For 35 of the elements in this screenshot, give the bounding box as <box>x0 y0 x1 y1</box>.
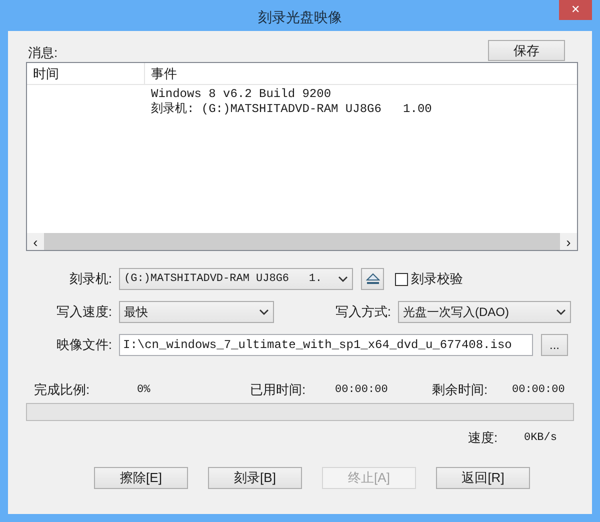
scrollbar-thumb[interactable] <box>44 233 560 250</box>
event-cell-text: 刻录机: (G:)MATSHITADVD-RAM UJ8G6 1.00 <box>150 102 432 117</box>
progress-percent: 0% <box>137 382 152 398</box>
column-header[interactable]: 时间 <box>27 63 145 84</box>
browse-button[interactable]: ... <box>541 334 568 356</box>
action-button[interactable]: 擦除[E] <box>94 467 188 489</box>
save-button[interactable]: 保存 <box>488 40 565 61</box>
field-label: 写入速度: <box>55 303 112 322</box>
close-button[interactable]: ✕ <box>559 0 592 20</box>
dropdown[interactable]: (G:)MATSHITADVD-RAM UJ8G6 1. <box>119 268 353 290</box>
remaining-time-label: 剩余时间: <box>432 381 489 400</box>
messages-label: 消息: <box>27 44 58 62</box>
dropdown[interactable]: 最快 <box>119 301 274 323</box>
dropdown[interactable]: 光盘一次写入(DAO) <box>398 301 571 323</box>
elapsed-time-label: 已用时间: <box>250 381 307 400</box>
verify-label: 刻录校验 <box>411 270 463 288</box>
field-label: 刻录机: <box>68 270 112 288</box>
verify-checkbox[interactable] <box>395 272 408 286</box>
field-label: 映像文件: <box>55 336 112 354</box>
column-header[interactable]: 事件 <box>145 63 577 84</box>
scroll-left-button[interactable]: ‹ <box>27 233 44 250</box>
progress-percent-label: 完成比例: <box>34 381 91 400</box>
speed-label: 速度: <box>468 429 499 448</box>
action-button[interactable]: 刻录[B] <box>208 467 302 489</box>
speed-value: 0KB/s <box>524 430 557 446</box>
remaining-time: 00:00:00 <box>512 382 565 398</box>
scroll-right-button[interactable]: › <box>560 233 577 250</box>
elapsed-time: 00:00:00 <box>335 382 389 398</box>
window-title: 刻录光盘映像 <box>258 8 342 27</box>
event-cell-text: Windows 8 v6.2 Build 9200 <box>150 87 332 102</box>
action-button[interactable]: 返回[R] <box>436 467 530 489</box>
image-file-field[interactable]: I:\cn_windows_7_ultimate_with_sp1_x64_dvd_u_677408.iso <box>119 334 533 356</box>
field-label: 写入方式: <box>334 303 391 322</box>
eject-icon <box>366 273 380 285</box>
eject-button[interactable] <box>361 268 384 290</box>
